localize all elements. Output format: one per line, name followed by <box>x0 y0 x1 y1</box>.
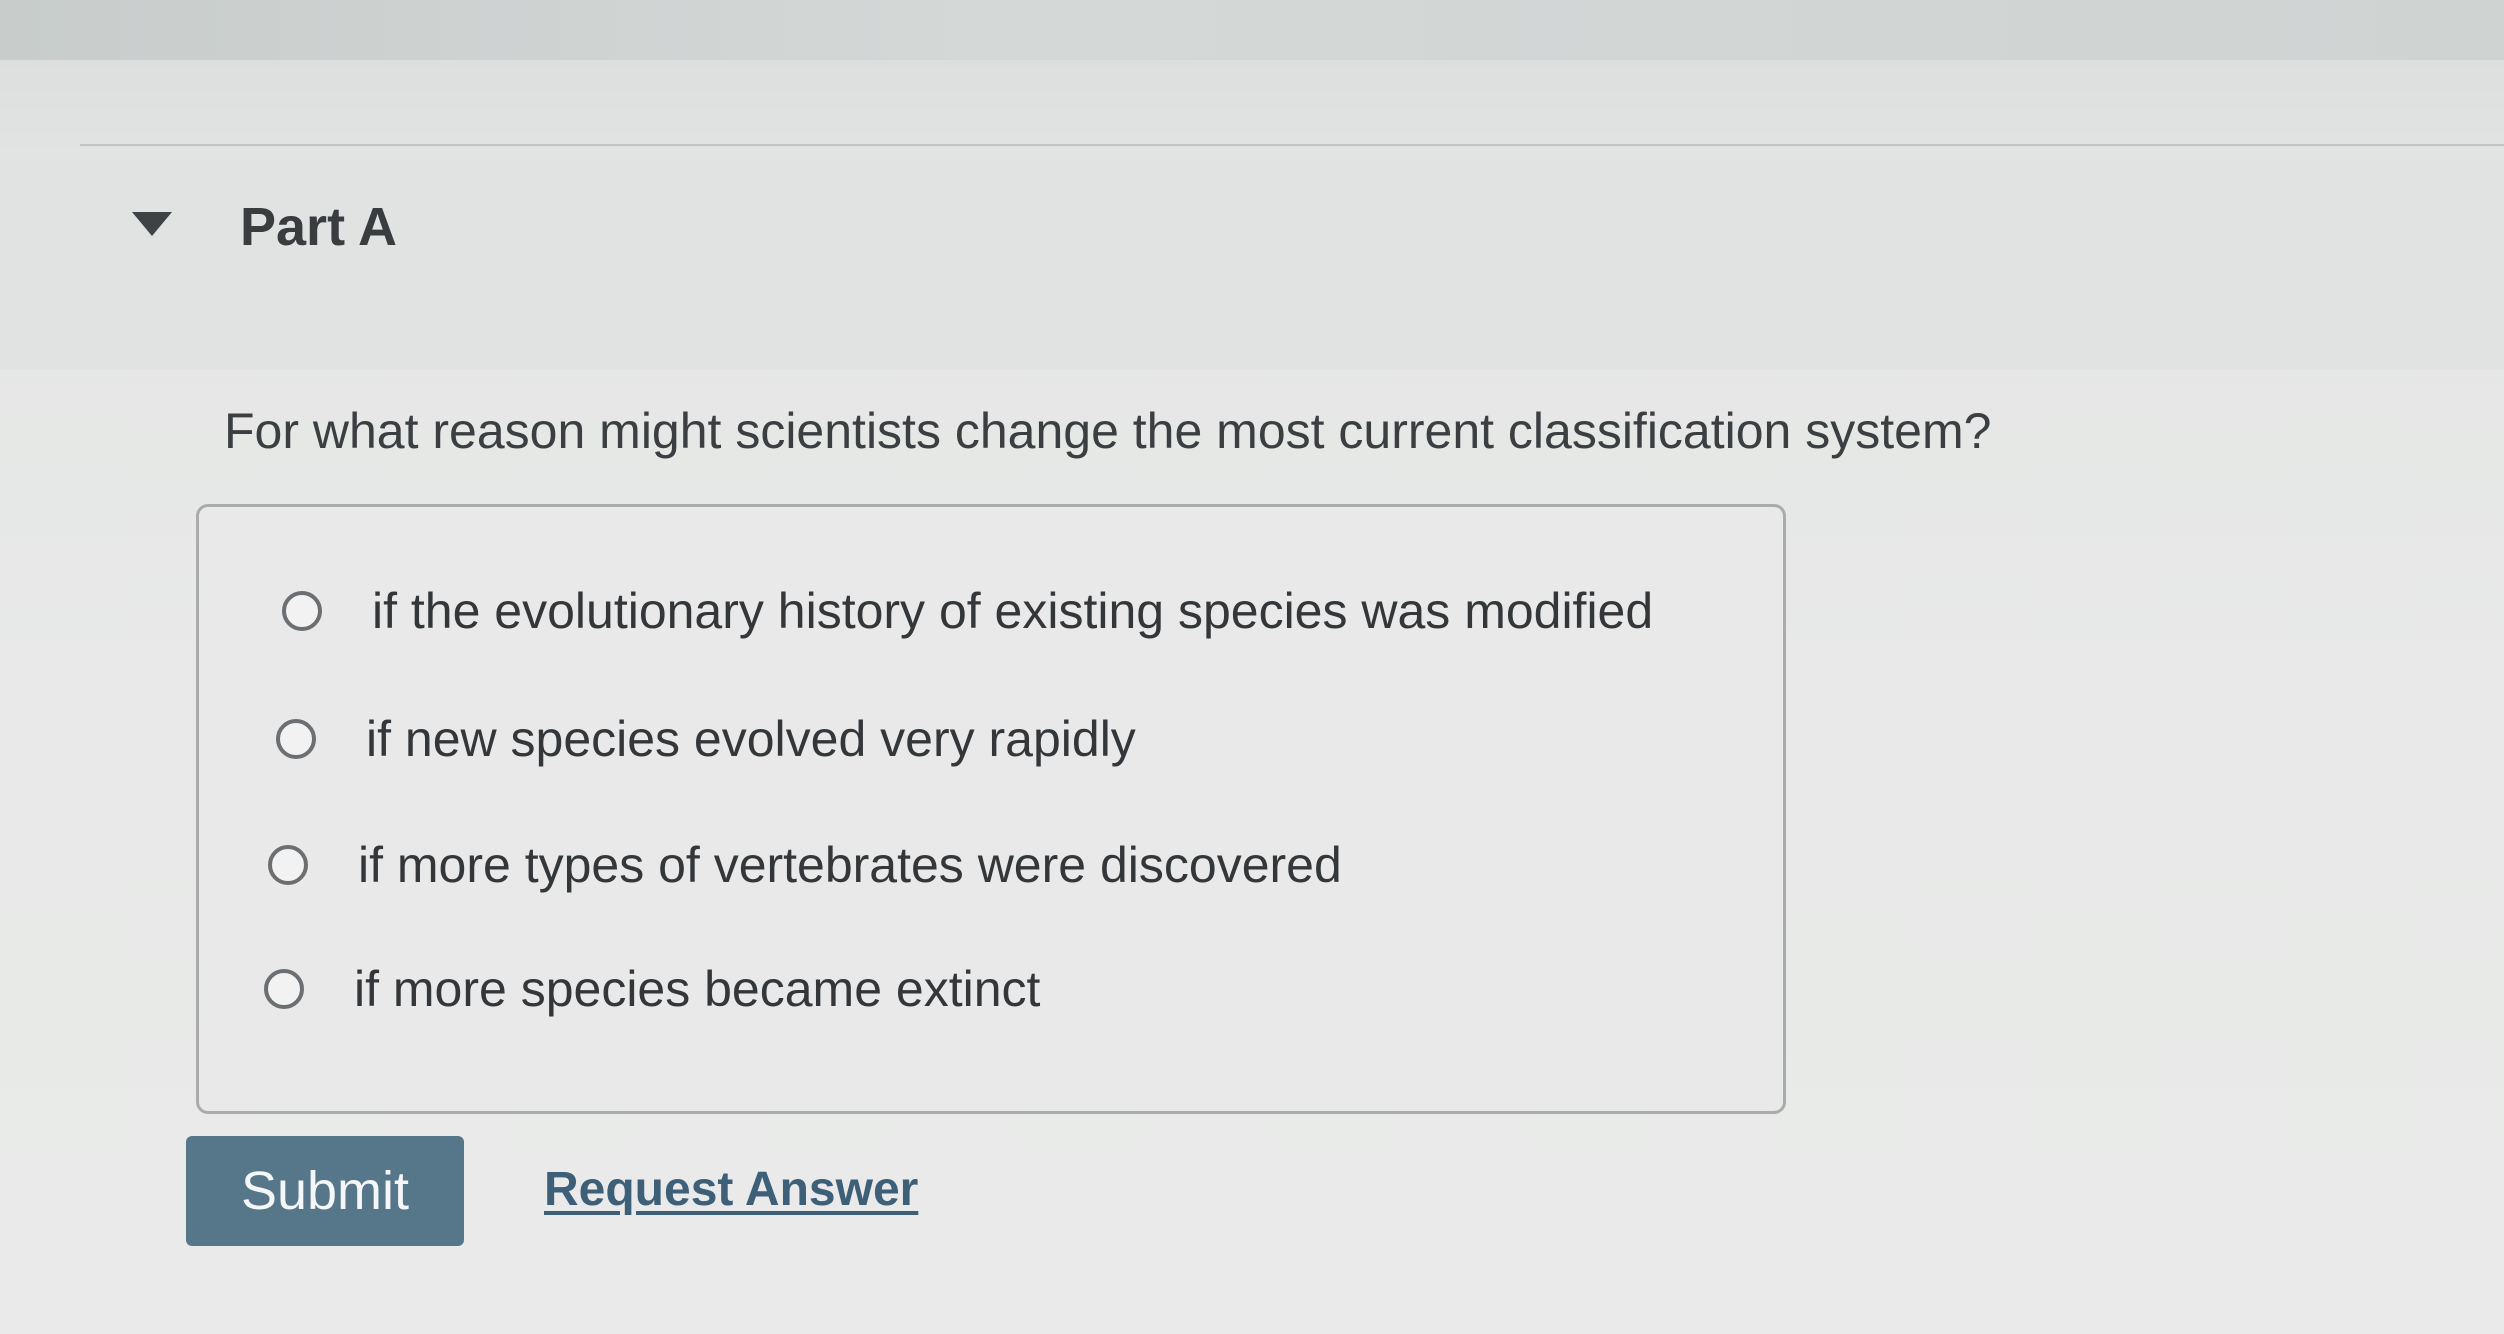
option-label: if new species evolved very rapidly <box>366 711 1136 767</box>
option-label: if more species became extinct <box>354 961 1041 1017</box>
question-text: For what reason might scientists change … <box>224 403 1992 459</box>
option-label: if the evolutionary history of existing … <box>372 583 1654 639</box>
part-title[interactable]: Part A <box>240 196 397 258</box>
option-2[interactable]: if new species evolved very rapidly <box>276 710 1136 768</box>
caret-down-icon[interactable] <box>132 212 172 236</box>
radio-button[interactable] <box>268 845 308 885</box>
option-label: if more types of vertebrates were discov… <box>358 837 1342 893</box>
option-3[interactable]: if more types of vertebrates were discov… <box>268 836 1342 894</box>
top-band <box>0 0 2504 60</box>
section-divider <box>80 144 2504 146</box>
option-4[interactable]: if more species became extinct <box>264 960 1040 1018</box>
request-answer-link[interactable]: Request Answer <box>544 1162 918 1217</box>
part-header <box>0 160 2504 370</box>
radio-button[interactable] <box>282 591 322 631</box>
radio-button[interactable] <box>264 969 304 1009</box>
submit-button[interactable]: Submit <box>186 1136 464 1246</box>
radio-button[interactable] <box>276 719 316 759</box>
option-1[interactable]: if the evolutionary history of existing … <box>282 582 1653 640</box>
